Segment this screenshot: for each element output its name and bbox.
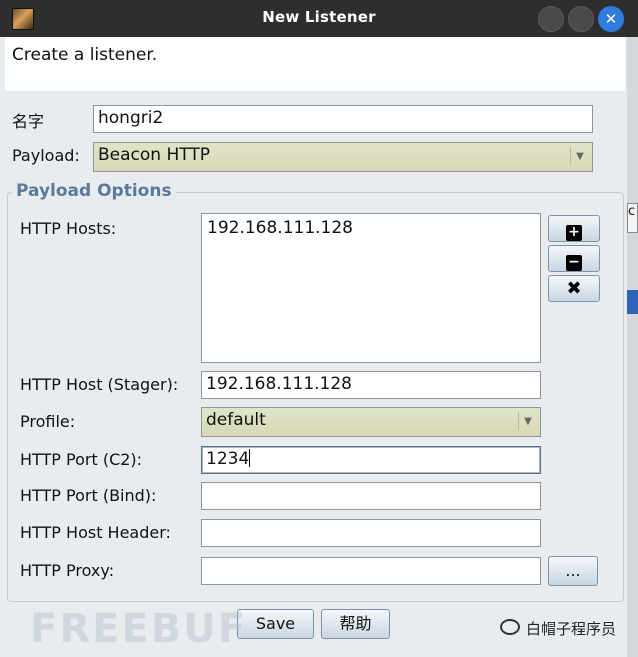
payload-label: Payload: <box>12 146 80 165</box>
freebuf-watermark: FREEBUF <box>30 606 248 652</box>
maximize-button[interactable] <box>568 6 594 32</box>
add-host-button[interactable]: + <box>548 215 600 242</box>
background-selection-fragment <box>627 290 638 314</box>
proxy-input[interactable] <box>201 557 541 585</box>
profile-select-value: default <box>206 410 266 430</box>
close-icon: ✕ <box>604 10 618 28</box>
title-bar: New Listener ✕ <box>0 0 638 37</box>
background-tab-fragment-text: c <box>628 204 636 219</box>
minimize-button[interactable] <box>538 6 564 32</box>
description-panel: Create a listener. <box>5 37 625 91</box>
host-header-label: HTTP Host Header: <box>20 523 171 542</box>
port-bind-input[interactable] <box>201 482 541 510</box>
name-label: 名字 <box>12 112 45 131</box>
minus-icon: − <box>566 255 582 271</box>
host-header-input[interactable] <box>201 519 541 547</box>
host-stager-input[interactable]: 192.168.111.128 <box>201 371 541 399</box>
proxy-label: HTTP Proxy: <box>20 561 115 580</box>
http-hosts-item[interactable]: 192.168.111.128 <box>207 218 535 238</box>
help-button[interactable]: 帮助 <box>321 609 390 639</box>
payload-select-value: Beacon HTTP <box>98 145 210 165</box>
chevron-down-icon: ▼ <box>570 147 589 165</box>
save-button[interactable]: Save <box>237 609 314 639</box>
wechat-account-watermark: 白帽子程序员 <box>526 620 617 638</box>
profile-select[interactable]: default ▼ <box>201 407 541 437</box>
text-caret <box>249 449 251 467</box>
payload-select[interactable]: Beacon HTTP ▼ <box>93 142 593 172</box>
http-hosts-label: HTTP Hosts: <box>20 219 117 238</box>
proxy-browse-button[interactable]: ... <box>548 556 598 586</box>
http-hosts-list[interactable]: 192.168.111.128 <box>201 213 541 363</box>
remove-host-button[interactable]: − <box>548 245 600 272</box>
x-icon: ✖ <box>566 278 582 299</box>
port-bind-label: HTTP Port (Bind): <box>20 486 157 505</box>
wechat-icon <box>500 619 520 635</box>
close-button[interactable]: ✕ <box>598 6 624 32</box>
port-c2-label: HTTP Port (C2): <box>20 450 143 469</box>
background-tab-fragment: c <box>627 203 638 233</box>
name-input[interactable]: hongri2 <box>93 105 593 133</box>
clear-hosts-button[interactable]: ✖ <box>548 275 600 302</box>
profile-label: Profile: <box>20 412 76 431</box>
payload-options-title: Payload Options <box>12 181 176 201</box>
chevron-down-icon: ▼ <box>518 412 537 430</box>
plus-icon: + <box>566 225 582 241</box>
port-c2-input[interactable]: 1234 <box>201 446 541 474</box>
background-window-edge <box>627 0 638 657</box>
host-stager-label: HTTP Host (Stager): <box>20 375 179 394</box>
port-c2-value: 1234 <box>206 449 250 469</box>
description-text: Create a listener. <box>12 45 158 65</box>
